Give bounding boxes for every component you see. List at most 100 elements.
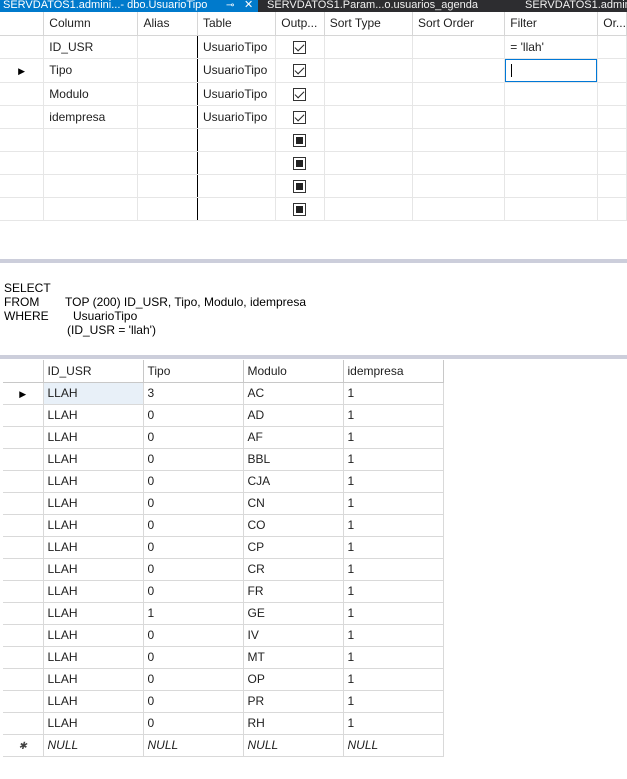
criteria-table-cell[interactable]: UsuarioTipo — [197, 35, 277, 59]
criteria-row[interactable] — [0, 197, 627, 221]
column-header-sort-type[interactable]: Sort Type — [324, 12, 413, 36]
result-id-usr-cell[interactable]: LLAH — [43, 404, 144, 427]
criteria-sort-order-cell[interactable] — [412, 174, 506, 198]
criteria-alias-cell[interactable] — [137, 128, 198, 152]
result-row[interactable]: LLAH 1 GE 1 — [3, 602, 444, 625]
criteria-output-cell[interactable] — [275, 128, 325, 152]
criteria-table-cell[interactable]: UsuarioTipo — [197, 105, 277, 129]
output-checkbox-checked[interactable] — [293, 110, 307, 124]
result-tipo-cell[interactable]: 0 — [143, 712, 244, 735]
column-header-alias[interactable]: Alias — [137, 12, 198, 36]
criteria-table-cell[interactable] — [197, 151, 277, 175]
criteria-sort-type-cell[interactable] — [324, 151, 413, 175]
result-tipo-cell[interactable]: 0 — [143, 404, 244, 427]
result-tipo-cell[interactable]: 1 — [143, 602, 244, 625]
result-tipo-cell[interactable]: 0 — [143, 624, 244, 647]
result-modulo-cell[interactable]: CP — [243, 536, 344, 559]
criteria-or-cell[interactable] — [597, 128, 627, 152]
criteria-sort-order-cell[interactable] — [412, 82, 506, 106]
criteria-column-cell[interactable]: Tipo — [43, 58, 139, 83]
criteria-table-cell[interactable]: UsuarioTipo — [197, 82, 277, 106]
criteria-alias-cell[interactable] — [137, 151, 198, 175]
result-modulo-cell[interactable]: FR — [243, 580, 344, 603]
result-id-usr-cell[interactable]: LLAH — [43, 492, 144, 515]
row-selector[interactable]: ▶ — [0, 58, 45, 83]
result-id-usr-cell[interactable]: LLAH — [43, 382, 144, 405]
result-row[interactable]: LLAH 0 CN 1 — [3, 492, 444, 515]
output-checkbox-indeterminate[interactable] — [293, 202, 307, 216]
result-idempresa-cell[interactable]: 1 — [343, 514, 444, 537]
result-modulo-cell[interactable]: AD — [243, 404, 344, 427]
criteria-table-cell[interactable] — [197, 197, 277, 221]
result-row[interactable]: LLAH 0 CJA 1 — [3, 470, 444, 493]
result-modulo-cell[interactable]: GE — [243, 602, 344, 625]
result-row[interactable]: LLAH 0 OP 1 — [3, 668, 444, 691]
result-tipo-cell[interactable]: 0 — [143, 668, 244, 691]
criteria-or-cell[interactable] — [597, 197, 627, 221]
row-selector[interactable] — [3, 470, 44, 493]
row-selector[interactable] — [3, 448, 44, 471]
row-selector[interactable]: ✱ — [3, 734, 44, 757]
result-id-usr-cell[interactable]: LLAH — [43, 712, 144, 735]
result-modulo-cell[interactable]: CR — [243, 558, 344, 581]
criteria-output-cell[interactable] — [275, 58, 325, 83]
row-selector[interactable] — [3, 646, 44, 669]
result-modulo-cell[interactable]: CJA — [243, 470, 344, 493]
criteria-row[interactable] — [0, 174, 627, 198]
criteria-sort-order-cell[interactable] — [412, 105, 506, 129]
column-header-or[interactable]: Or... — [597, 12, 627, 36]
criteria-output-cell[interactable] — [275, 197, 325, 221]
result-idempresa-cell[interactable]: 1 — [343, 580, 444, 603]
result-tipo-cell[interactable]: 0 — [143, 426, 244, 449]
row-selector[interactable] — [3, 426, 44, 449]
row-selector[interactable] — [3, 404, 44, 427]
result-modulo-cell[interactable]: BBL — [243, 448, 344, 471]
result-id-usr-cell[interactable]: LLAH — [43, 668, 144, 691]
output-checkbox-indeterminate[interactable] — [293, 156, 307, 170]
result-idempresa-cell[interactable]: 1 — [343, 602, 444, 625]
criteria-table-cell[interactable]: UsuarioTipo — [197, 58, 277, 83]
criteria-row[interactable]: Modulo UsuarioTipo — [0, 82, 627, 106]
criteria-filter-cell[interactable]: = 'llah' — [504, 35, 599, 59]
sql-pane[interactable]: SELECT TOP (200) ID_USR, Tipo, Modulo, i… — [0, 263, 627, 355]
criteria-filter-cell[interactable] — [504, 174, 599, 198]
output-checkbox-checked[interactable] — [293, 64, 307, 78]
criteria-filter-cell[interactable] — [504, 151, 599, 175]
criteria-column-cell[interactable]: idempresa — [43, 105, 139, 129]
result-row[interactable]: LLAH 0 AF 1 — [3, 426, 444, 449]
result-tipo-cell[interactable]: 0 — [143, 690, 244, 713]
result-modulo-cell[interactable]: AF — [243, 426, 344, 449]
criteria-alias-cell[interactable] — [137, 174, 198, 198]
criteria-sort-order-cell[interactable] — [412, 58, 506, 83]
row-selector[interactable] — [3, 558, 44, 581]
criteria-sort-type-cell[interactable] — [324, 174, 413, 198]
criteria-sort-type-cell[interactable] — [324, 197, 413, 221]
criteria-row[interactable]: idempresa UsuarioTipo — [0, 105, 627, 129]
result-idempresa-cell[interactable]: 1 — [343, 492, 444, 515]
result-id-usr-cell[interactable]: LLAH — [43, 602, 144, 625]
criteria-column-cell[interactable]: Modulo — [43, 82, 139, 106]
criteria-sort-type-cell[interactable] — [324, 58, 413, 83]
result-idempresa-cell[interactable]: 1 — [343, 624, 444, 647]
criteria-row[interactable] — [0, 128, 627, 152]
output-checkbox-checked[interactable] — [293, 40, 307, 54]
criteria-row[interactable] — [0, 151, 627, 175]
result-idempresa-cell[interactable]: 1 — [343, 558, 444, 581]
result-id-usr-cell[interactable]: LLAH — [43, 448, 144, 471]
result-row[interactable]: LLAH 0 FR 1 — [3, 580, 444, 603]
criteria-output-cell[interactable] — [275, 82, 325, 106]
row-selector[interactable]: ▶ — [3, 382, 44, 405]
column-header-table[interactable]: Table — [197, 12, 277, 36]
criteria-column-cell[interactable] — [43, 174, 139, 198]
result-idempresa-cell[interactable]: 1 — [343, 646, 444, 669]
criteria-or-cell[interactable] — [597, 82, 627, 106]
result-tipo-cell[interactable]: 0 — [143, 646, 244, 669]
result-modulo-cell[interactable]: OP — [243, 668, 344, 691]
result-modulo-cell[interactable]: IV — [243, 624, 344, 647]
criteria-sort-type-cell[interactable] — [324, 35, 413, 59]
result-tipo-cell[interactable]: 0 — [143, 492, 244, 515]
result-idempresa-cell[interactable]: 1 — [343, 470, 444, 493]
result-row[interactable]: LLAH 0 IV 1 — [3, 624, 444, 647]
column-header-tipo[interactable]: Tipo — [143, 360, 244, 383]
result-idempresa-cell[interactable]: 1 — [343, 536, 444, 559]
